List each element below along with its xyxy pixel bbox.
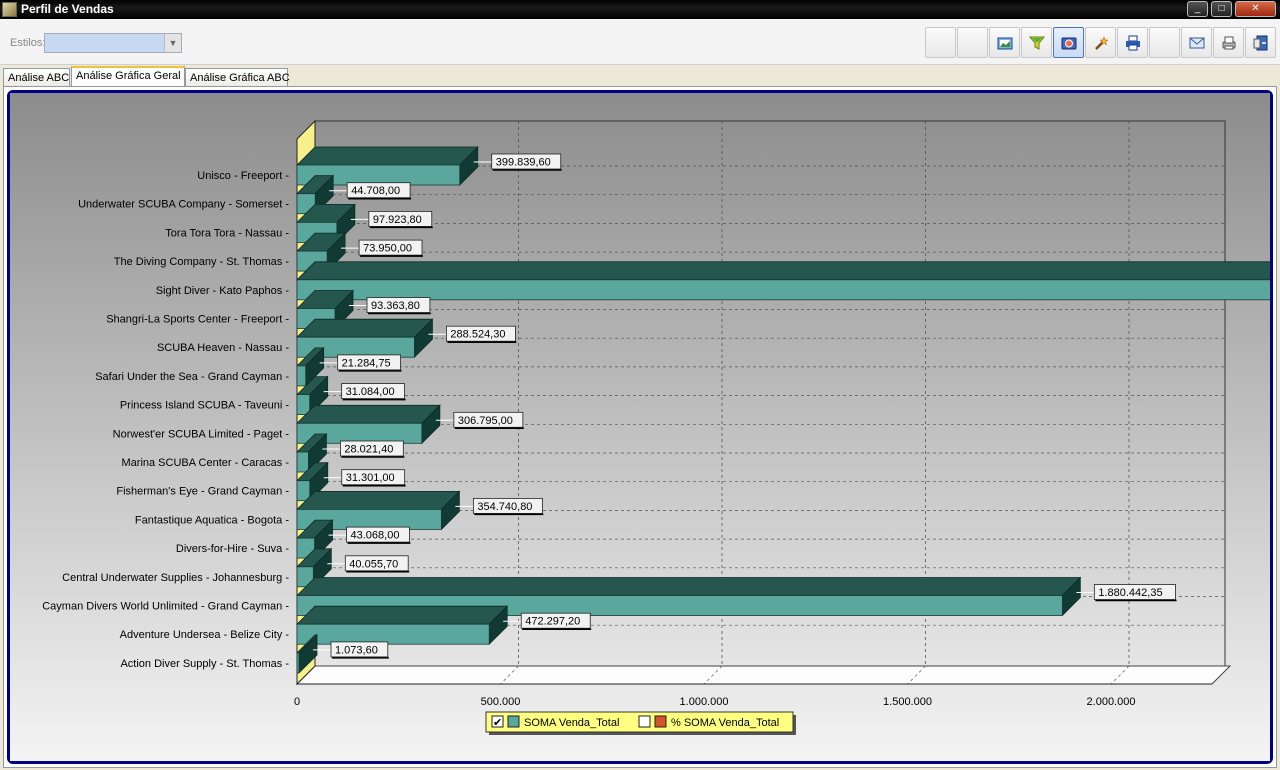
toolbar-blank-button[interactable] <box>957 27 988 58</box>
tab-analise-grafica-abc[interactable]: Análise Gráfica ABC <box>185 68 290 86</box>
print-button[interactable] <box>1117 27 1148 58</box>
data-label: 28.021,40 <box>344 444 393 456</box>
window-title: Perfil de Vendas <box>21 2 114 16</box>
category-label: Safari Under the Sea - Grand Cayman - <box>95 371 289 383</box>
toolbar-blank-button[interactable] <box>925 27 956 58</box>
filter-icon <box>1029 36 1045 50</box>
toolbar-blank-button[interactable] <box>1149 27 1180 58</box>
category-label: Fantastique Aquatica - Bogota - <box>135 514 289 526</box>
category-label: Adventure Undersea - Belize City - <box>120 629 290 641</box>
tab-analise-grafica-geral[interactable]: Análise Gráfica Geral <box>71 66 185 87</box>
legend-label-1: SOMA Venda_Total <box>524 717 619 729</box>
magic-wand-button[interactable] <box>1085 27 1116 58</box>
bar-top-face <box>296 404 441 424</box>
bar <box>296 652 300 674</box>
close-button[interactable]: ✕ <box>1235 1 1276 17</box>
chevron-down-icon[interactable]: ▼ <box>164 34 181 52</box>
tab-bar: Análise ABC Análise Gráfica Geral Anális… <box>0 66 1280 87</box>
bar-chart: 0500.0001.000.0001.500.0002.000.0002.500… <box>10 93 1280 761</box>
email-icon <box>1189 37 1205 49</box>
data-label: 97.923,80 <box>373 214 422 226</box>
data-label: 288.524,30 <box>450 329 505 341</box>
data-label: 1.073,60 <box>335 644 378 656</box>
category-label: Fisherman's Eye - Grand Cayman - <box>116 486 289 498</box>
title-bar: Perfil de Vendas _ □ ✕ <box>0 0 1280 19</box>
printer-setup-icon <box>1222 36 1236 50</box>
printer-setup-button[interactable] <box>1213 27 1244 58</box>
category-label: Central Underwater Supplies - Johannesbu… <box>62 572 289 584</box>
category-label: Shangri-La Sports Center - Freeport - <box>106 314 289 326</box>
data-label: 31.301,00 <box>346 472 395 484</box>
tab-analise-abc[interactable]: Análise ABC <box>3 68 70 86</box>
data-label: 44.708,00 <box>351 185 400 197</box>
category-label: Princess Island SCUBA - Taveuni - <box>120 400 289 412</box>
data-label: 73.950,00 <box>363 243 412 255</box>
data-label: 472.297,20 <box>525 616 580 628</box>
email-button[interactable] <box>1181 27 1212 58</box>
chart-image-button[interactable] <box>989 27 1020 58</box>
print-icon <box>1126 35 1140 51</box>
exit-icon <box>1253 35 1268 51</box>
bar <box>296 394 311 416</box>
x-tick-label: 0 <box>294 696 300 708</box>
data-label: 40.055,70 <box>349 558 398 570</box>
styles-dropdown[interactable]: ▼ <box>44 33 182 53</box>
maximize-button[interactable]: □ <box>1211 1 1232 17</box>
legend-swatch-1 <box>507 715 520 728</box>
legend-label-2: % SOMA Venda_Total <box>671 717 779 729</box>
magic-wand-icon <box>1095 36 1109 50</box>
category-label: The Diving Company - St. Thomas - <box>114 256 290 268</box>
data-label: 21.284,75 <box>342 357 391 369</box>
bar <box>296 480 311 502</box>
exit-button[interactable] <box>1245 27 1276 58</box>
legend-swatch-2 <box>654 715 667 728</box>
data-label: 354.740,80 <box>477 501 532 513</box>
camera-icon <box>1061 37 1077 50</box>
styles-label: Estilos: <box>10 37 46 49</box>
category-label: Tora Tora Tora - Nassau - <box>165 227 289 239</box>
chart-image-icon <box>997 37 1013 50</box>
data-label: 43.068,00 <box>351 530 400 542</box>
category-label: Divers-for-Hire - Suva - <box>176 543 289 555</box>
chart-panel: 0500.0001.000.0001.500.0002.000.0002.500… <box>3 86 1280 768</box>
x-tick-label: 2.000.000 <box>1087 696 1136 708</box>
category-label: Action Diver Supply - St. Thomas - <box>120 658 289 670</box>
data-label: 31.084,00 <box>346 386 395 398</box>
bar <box>296 279 1280 301</box>
category-label: Cayman Divers World Unlimited - Grand Ca… <box>42 601 289 613</box>
camera-button[interactable] <box>1053 27 1084 58</box>
bar-top-face <box>296 605 509 625</box>
app-icon <box>2 2 17 17</box>
legend-checkbox-2 <box>638 715 651 728</box>
filter-button[interactable] <box>1021 27 1052 58</box>
bar-top-face <box>296 261 1280 281</box>
data-label: 93.363,80 <box>371 300 420 312</box>
bar <box>296 451 309 473</box>
x-tick-label: 500.000 <box>481 696 521 708</box>
chart-container: 0500.0001.000.0001.500.0002.000.0002.500… <box>7 90 1280 764</box>
category-label: Marina SCUBA Center - Caracas - <box>122 457 290 469</box>
bar-top-face <box>296 490 461 510</box>
checkmark-icon: ✔ <box>493 717 502 729</box>
category-label: Underwater SCUBA Company - Somerset - <box>78 199 289 211</box>
bar <box>296 623 490 645</box>
data-label: 399.839,60 <box>496 157 551 169</box>
x-tick-label: 1.500.000 <box>883 696 932 708</box>
category-label: Unisco - Freeport - <box>197 170 289 182</box>
toolbar: Estilos: ▼ <box>0 19 1280 65</box>
bar-top-face <box>296 146 479 166</box>
category-label: SCUBA Heaven - Nassau - <box>157 342 289 354</box>
x-tick-label: 1.000.000 <box>680 696 729 708</box>
minimize-button[interactable]: _ <box>1187 1 1208 17</box>
bar-top-face <box>296 318 434 338</box>
bar <box>296 365 307 387</box>
bar-top-face <box>296 577 1082 596</box>
data-label: 1.880.442,35 <box>1098 587 1162 599</box>
data-label: 306.795,00 <box>458 415 513 427</box>
category-label: Norwest'er SCUBA Limited - Paget - <box>113 428 290 440</box>
category-label: Sight Diver - Kato Paphos - <box>156 285 290 297</box>
plot-floor <box>295 665 1232 685</box>
